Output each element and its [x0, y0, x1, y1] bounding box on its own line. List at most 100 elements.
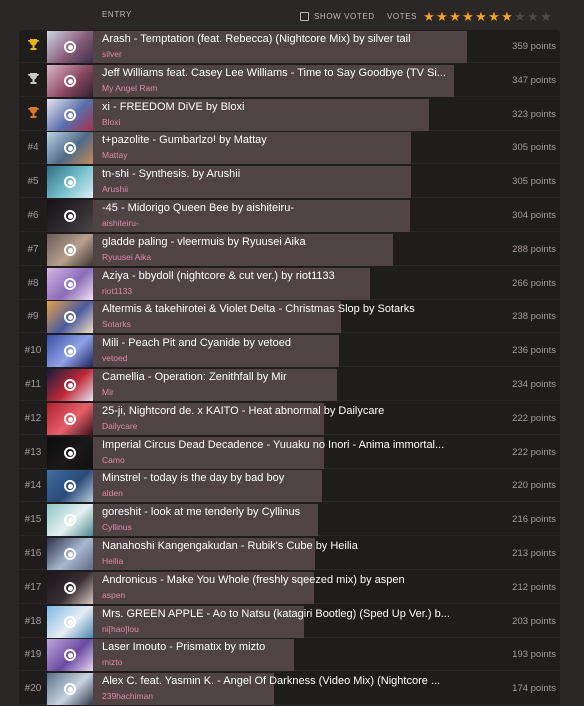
- play-preview-icon[interactable]: [64, 480, 76, 492]
- entry-row[interactable]: #11 Camellia - Operation: Zenithfall by M…: [19, 368, 560, 401]
- rank-label: #12: [24, 413, 42, 424]
- entry-mapper[interactable]: mizto: [102, 657, 462, 667]
- entry-mapper[interactable]: riot1133: [102, 286, 462, 296]
- entry-thumbnail[interactable]: [47, 403, 93, 435]
- entry-mapper[interactable]: Mir: [102, 387, 462, 397]
- show-voted-toggle[interactable]: SHOW VOTED: [300, 9, 375, 23]
- show-voted-checkbox[interactable]: [300, 11, 309, 21]
- entry-mapper[interactable]: Sotarks: [102, 319, 462, 329]
- entry-thumbnail[interactable]: [47, 200, 93, 232]
- entry-thumbnail[interactable]: [47, 538, 93, 570]
- votes-stars: ★ ★ ★ ★ ★ ★ ★ ★ ★ ★: [423, 10, 552, 23]
- entry-thumbnail[interactable]: [47, 234, 93, 266]
- play-preview-icon[interactable]: [64, 176, 76, 188]
- entry-title: Andronicus - Make You Whole (freshly sqe…: [102, 574, 405, 586]
- entry-title: Mrs. GREEN APPLE - Ao to Natsu (katagiri…: [102, 608, 450, 620]
- vote-star-icon: ★: [436, 8, 449, 24]
- entry-mapper[interactable]: Bloxi: [102, 117, 462, 127]
- play-preview-icon[interactable]: [64, 649, 76, 661]
- vote-star-icon: ★: [475, 8, 488, 24]
- entry-points: 347 points: [512, 75, 556, 86]
- play-preview-icon[interactable]: [64, 345, 76, 357]
- vote-star-icon: ★: [540, 8, 553, 24]
- entry-row[interactable]: #9 Altermis & takehirotei & Violet Delta …: [19, 300, 560, 333]
- entry-thumbnail[interactable]: [47, 166, 93, 198]
- entry-mapper[interactable]: Heilia: [102, 556, 462, 566]
- entry-thumbnail[interactable]: [47, 504, 93, 536]
- play-preview-icon[interactable]: [64, 413, 76, 425]
- entry-row[interactable]: #5 tn-shi - Synthesis. by Arushii Arushii 3…: [19, 165, 560, 198]
- play-preview-icon[interactable]: [64, 548, 76, 560]
- entry-row[interactable]: #17 Andronicus - Make You Whole (freshly …: [19, 571, 560, 604]
- list-header: ENTRY SHOW VOTED VOTES ★ ★ ★ ★ ★ ★ ★ ★ ★ ★: [0, 0, 584, 30]
- entry-rank: #6: [19, 199, 47, 232]
- play-preview-icon[interactable]: [64, 683, 76, 695]
- entry-thumbnail[interactable]: [47, 369, 93, 401]
- entry-thumbnail[interactable]: [47, 301, 93, 333]
- entry-mapper[interactable]: aspen: [102, 590, 462, 600]
- entry-title: Arash - Temptation (feat. Rebecca) (Nigh…: [102, 33, 411, 45]
- entry-row[interactable]: #12 25-ji, Nightcord de. x KAITO - Heat a…: [19, 402, 560, 435]
- entry-mapper[interactable]: Mattay: [102, 150, 462, 160]
- entry-mapper[interactable]: silver: [102, 49, 462, 59]
- entry-rank: #5: [19, 165, 47, 198]
- entry-row[interactable]: #15 goreshit - look at me tenderly by Cyl…: [19, 503, 560, 536]
- entry-row[interactable]: #4 t+pazolite - Gumbarlzo! by Mattay Matta…: [19, 131, 560, 164]
- entry-row[interactable]: #20 Alex C. feat. Yasmin K. - Angel Of Da…: [19, 672, 560, 705]
- entry-thumbnail[interactable]: [47, 132, 93, 164]
- rank-label: #6: [27, 210, 39, 221]
- entry-row[interactable]: #16 Nanahoshi Kangengakudan - Rubik's Cub…: [19, 537, 560, 570]
- entry-thumbnail[interactable]: [47, 572, 93, 604]
- entry-thumbnail[interactable]: [47, 437, 93, 469]
- entry-thumbnail[interactable]: [47, 639, 93, 671]
- play-preview-icon[interactable]: [64, 210, 76, 222]
- entry-thumbnail[interactable]: [47, 268, 93, 300]
- entry-row[interactable]: #6 -45 - Midorigo Queen Bee by aishiteiru…: [19, 199, 560, 232]
- rank-label: #17: [24, 582, 42, 593]
- entry-mapper[interactable]: Dailycare: [102, 421, 462, 431]
- play-preview-icon[interactable]: [64, 75, 76, 87]
- play-preview-icon[interactable]: [64, 379, 76, 391]
- entry-mapper[interactable]: Ryuusei Aika: [102, 252, 462, 262]
- play-preview-icon[interactable]: [64, 278, 76, 290]
- entry-row[interactable]: #7 gladde paling - vleermuis by Ryuusei A…: [19, 233, 560, 266]
- entry-rank: [19, 98, 47, 131]
- entry-mapper[interactable]: Camo: [102, 455, 462, 465]
- play-preview-icon[interactable]: [64, 142, 76, 154]
- entry-row[interactable]: #14 Minstrel - today is the day by bad bo…: [19, 469, 560, 502]
- play-preview-icon[interactable]: [64, 616, 76, 628]
- entry-mapper[interactable]: vetoed: [102, 353, 462, 363]
- play-preview-icon[interactable]: [64, 109, 76, 121]
- play-preview-icon[interactable]: [64, 582, 76, 594]
- play-preview-icon[interactable]: [64, 447, 76, 459]
- play-preview-icon[interactable]: [64, 311, 76, 323]
- play-preview-icon[interactable]: [64, 41, 76, 53]
- entry-mapper[interactable]: My Angel Ram: [102, 83, 462, 93]
- entry-row[interactable]: #8 Aziya - bbydoll (nightcore & cut ver.)…: [19, 267, 560, 300]
- entry-mapper[interactable]: aishiteiru-: [102, 218, 462, 228]
- entry-mapper[interactable]: Cyllinus: [102, 522, 462, 532]
- play-preview-icon[interactable]: [64, 514, 76, 526]
- entry-thumbnail[interactable]: [47, 65, 93, 97]
- entry-row[interactable]: Arash - Temptation (feat. Rebecca) (Nigh…: [19, 30, 560, 63]
- entry-thumbnail[interactable]: [47, 335, 93, 367]
- entry-thumbnail[interactable]: [47, 470, 93, 502]
- entry-rank: #15: [19, 503, 47, 536]
- entry-thumbnail[interactable]: [47, 99, 93, 131]
- entry-row[interactable]: #10 Mili - Peach Pit and Cyanide by vetoe…: [19, 334, 560, 367]
- entry-mapper[interactable]: alden: [102, 488, 462, 498]
- entry-mapper[interactable]: Arushii: [102, 184, 462, 194]
- entry-mapper[interactable]: 239hachiman: [102, 691, 462, 701]
- entry-row[interactable]: #13 Imperial Circus Dead Decadence - Yuua…: [19, 436, 560, 469]
- entry-thumbnail[interactable]: [47, 31, 93, 63]
- entry-row[interactable]: #19 Laser Imouto - Prismatix by mizto mizt…: [19, 638, 560, 671]
- entry-rank: #19: [19, 638, 47, 671]
- entry-row[interactable]: Jeff Williams feat. Casey Lee Williams -…: [19, 64, 560, 97]
- entry-row[interactable]: #18 Mrs. GREEN APPLE - Ao to Natsu (katag…: [19, 605, 560, 638]
- entry-thumbnail[interactable]: [47, 606, 93, 638]
- entry-mapper[interactable]: ni[hao]lou: [102, 624, 462, 634]
- entry-row[interactable]: xi - FREEDOM DiVE by Bloxi Bloxi 323 point…: [19, 98, 560, 131]
- play-preview-icon[interactable]: [64, 244, 76, 256]
- entry-thumbnail[interactable]: [47, 673, 93, 705]
- vote-star-icon: ★: [527, 8, 540, 24]
